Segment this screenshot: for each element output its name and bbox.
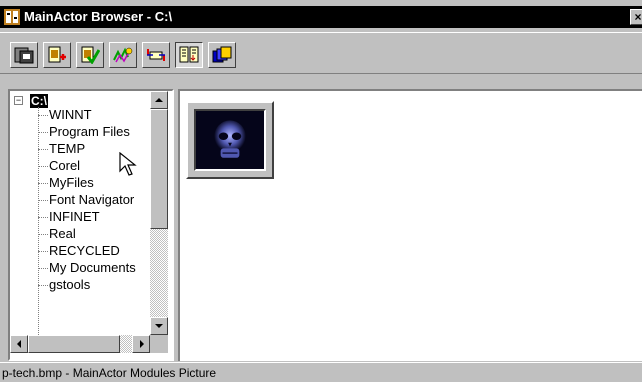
- browser-window: MainActor Browser - C:\ × − C:\ WINNT Pr…: [0, 0, 642, 382]
- scroll-up-button[interactable]: [150, 91, 168, 109]
- drive-icon: [14, 47, 34, 64]
- mouse-pointer-icon: [119, 152, 137, 176]
- toolbar-button-new[interactable]: [43, 42, 71, 68]
- effects-icon: [113, 47, 133, 63]
- thumbnail-view-icon: [212, 46, 232, 63]
- tree-horizontal-scrollbar[interactable]: [10, 335, 150, 353]
- tree-item-label: RECYCLED: [49, 243, 120, 258]
- title-bar[interactable]: MainActor Browser - C:\ ×: [0, 6, 642, 28]
- arrow-up-icon: [155, 98, 163, 102]
- toolbar-button-check[interactable]: [76, 42, 104, 68]
- app-icon: [4, 9, 20, 25]
- toolbar-button-convert[interactable]: [142, 42, 170, 68]
- file-thumbnail[interactable]: [186, 101, 274, 179]
- status-text: p-tech.bmp - MainActor Modules Picture: [2, 366, 217, 380]
- tree-item-label: INFINET: [49, 209, 100, 224]
- arrow-down-icon: [155, 324, 163, 328]
- tree-item-label: Program Files: [49, 124, 130, 139]
- folder-tree-view: − C:\ WINNT Program Files TEMP Corel MyF…: [10, 91, 150, 335]
- tree-item-label: MyFiles: [49, 175, 94, 190]
- scroll-right-button[interactable]: [132, 335, 150, 353]
- tree-item-label: Real: [49, 226, 76, 241]
- toolbar: [0, 32, 642, 74]
- close-button[interactable]: ×: [630, 9, 642, 25]
- toolbar-button-drive[interactable]: [10, 42, 38, 68]
- check-document-icon: [81, 46, 100, 64]
- toolbar-button-details-view[interactable]: [175, 42, 203, 68]
- tree-item-label: My Documents: [49, 260, 136, 275]
- skull-image-thumbnail: [196, 111, 264, 169]
- collapse-icon[interactable]: −: [14, 96, 23, 105]
- scrollbar-corner: [150, 335, 168, 353]
- convert-icon: [147, 49, 165, 61]
- scroll-thumb-horizontal[interactable]: [28, 335, 120, 353]
- tree-item-label: gstools: [49, 277, 91, 292]
- thumbnail-image: [194, 109, 266, 171]
- file-pane[interactable]: [178, 89, 642, 361]
- scroll-down-button[interactable]: [150, 317, 168, 335]
- tree-item-label: Corel: [49, 158, 81, 173]
- tree-vertical-scrollbar[interactable]: [150, 91, 168, 335]
- folder-tree[interactable]: − C:\ WINNT Program Files TEMP Corel MyF…: [8, 89, 174, 361]
- scroll-thumb[interactable]: [150, 109, 168, 229]
- new-document-icon: [48, 46, 66, 63]
- tree-item-label: TEMP: [49, 141, 86, 156]
- status-bar: p-tech.bmp - MainActor Modules Picture: [0, 362, 642, 382]
- window-title: MainActor Browser - C:\: [24, 9, 173, 24]
- arrow-right-icon: [140, 340, 144, 348]
- details-view-icon: [179, 46, 199, 63]
- toolbar-button-effects[interactable]: [109, 42, 137, 68]
- tree-item-label: WINNT: [49, 107, 92, 122]
- tree-line: [38, 107, 39, 335]
- scroll-left-button[interactable]: [10, 335, 28, 353]
- arrow-left-icon: [17, 340, 21, 348]
- tree-root-label[interactable]: C:\: [30, 94, 48, 108]
- tree-item-label: Font Navigator: [49, 192, 135, 207]
- toolbar-button-thumbnail-view[interactable]: [208, 42, 236, 68]
